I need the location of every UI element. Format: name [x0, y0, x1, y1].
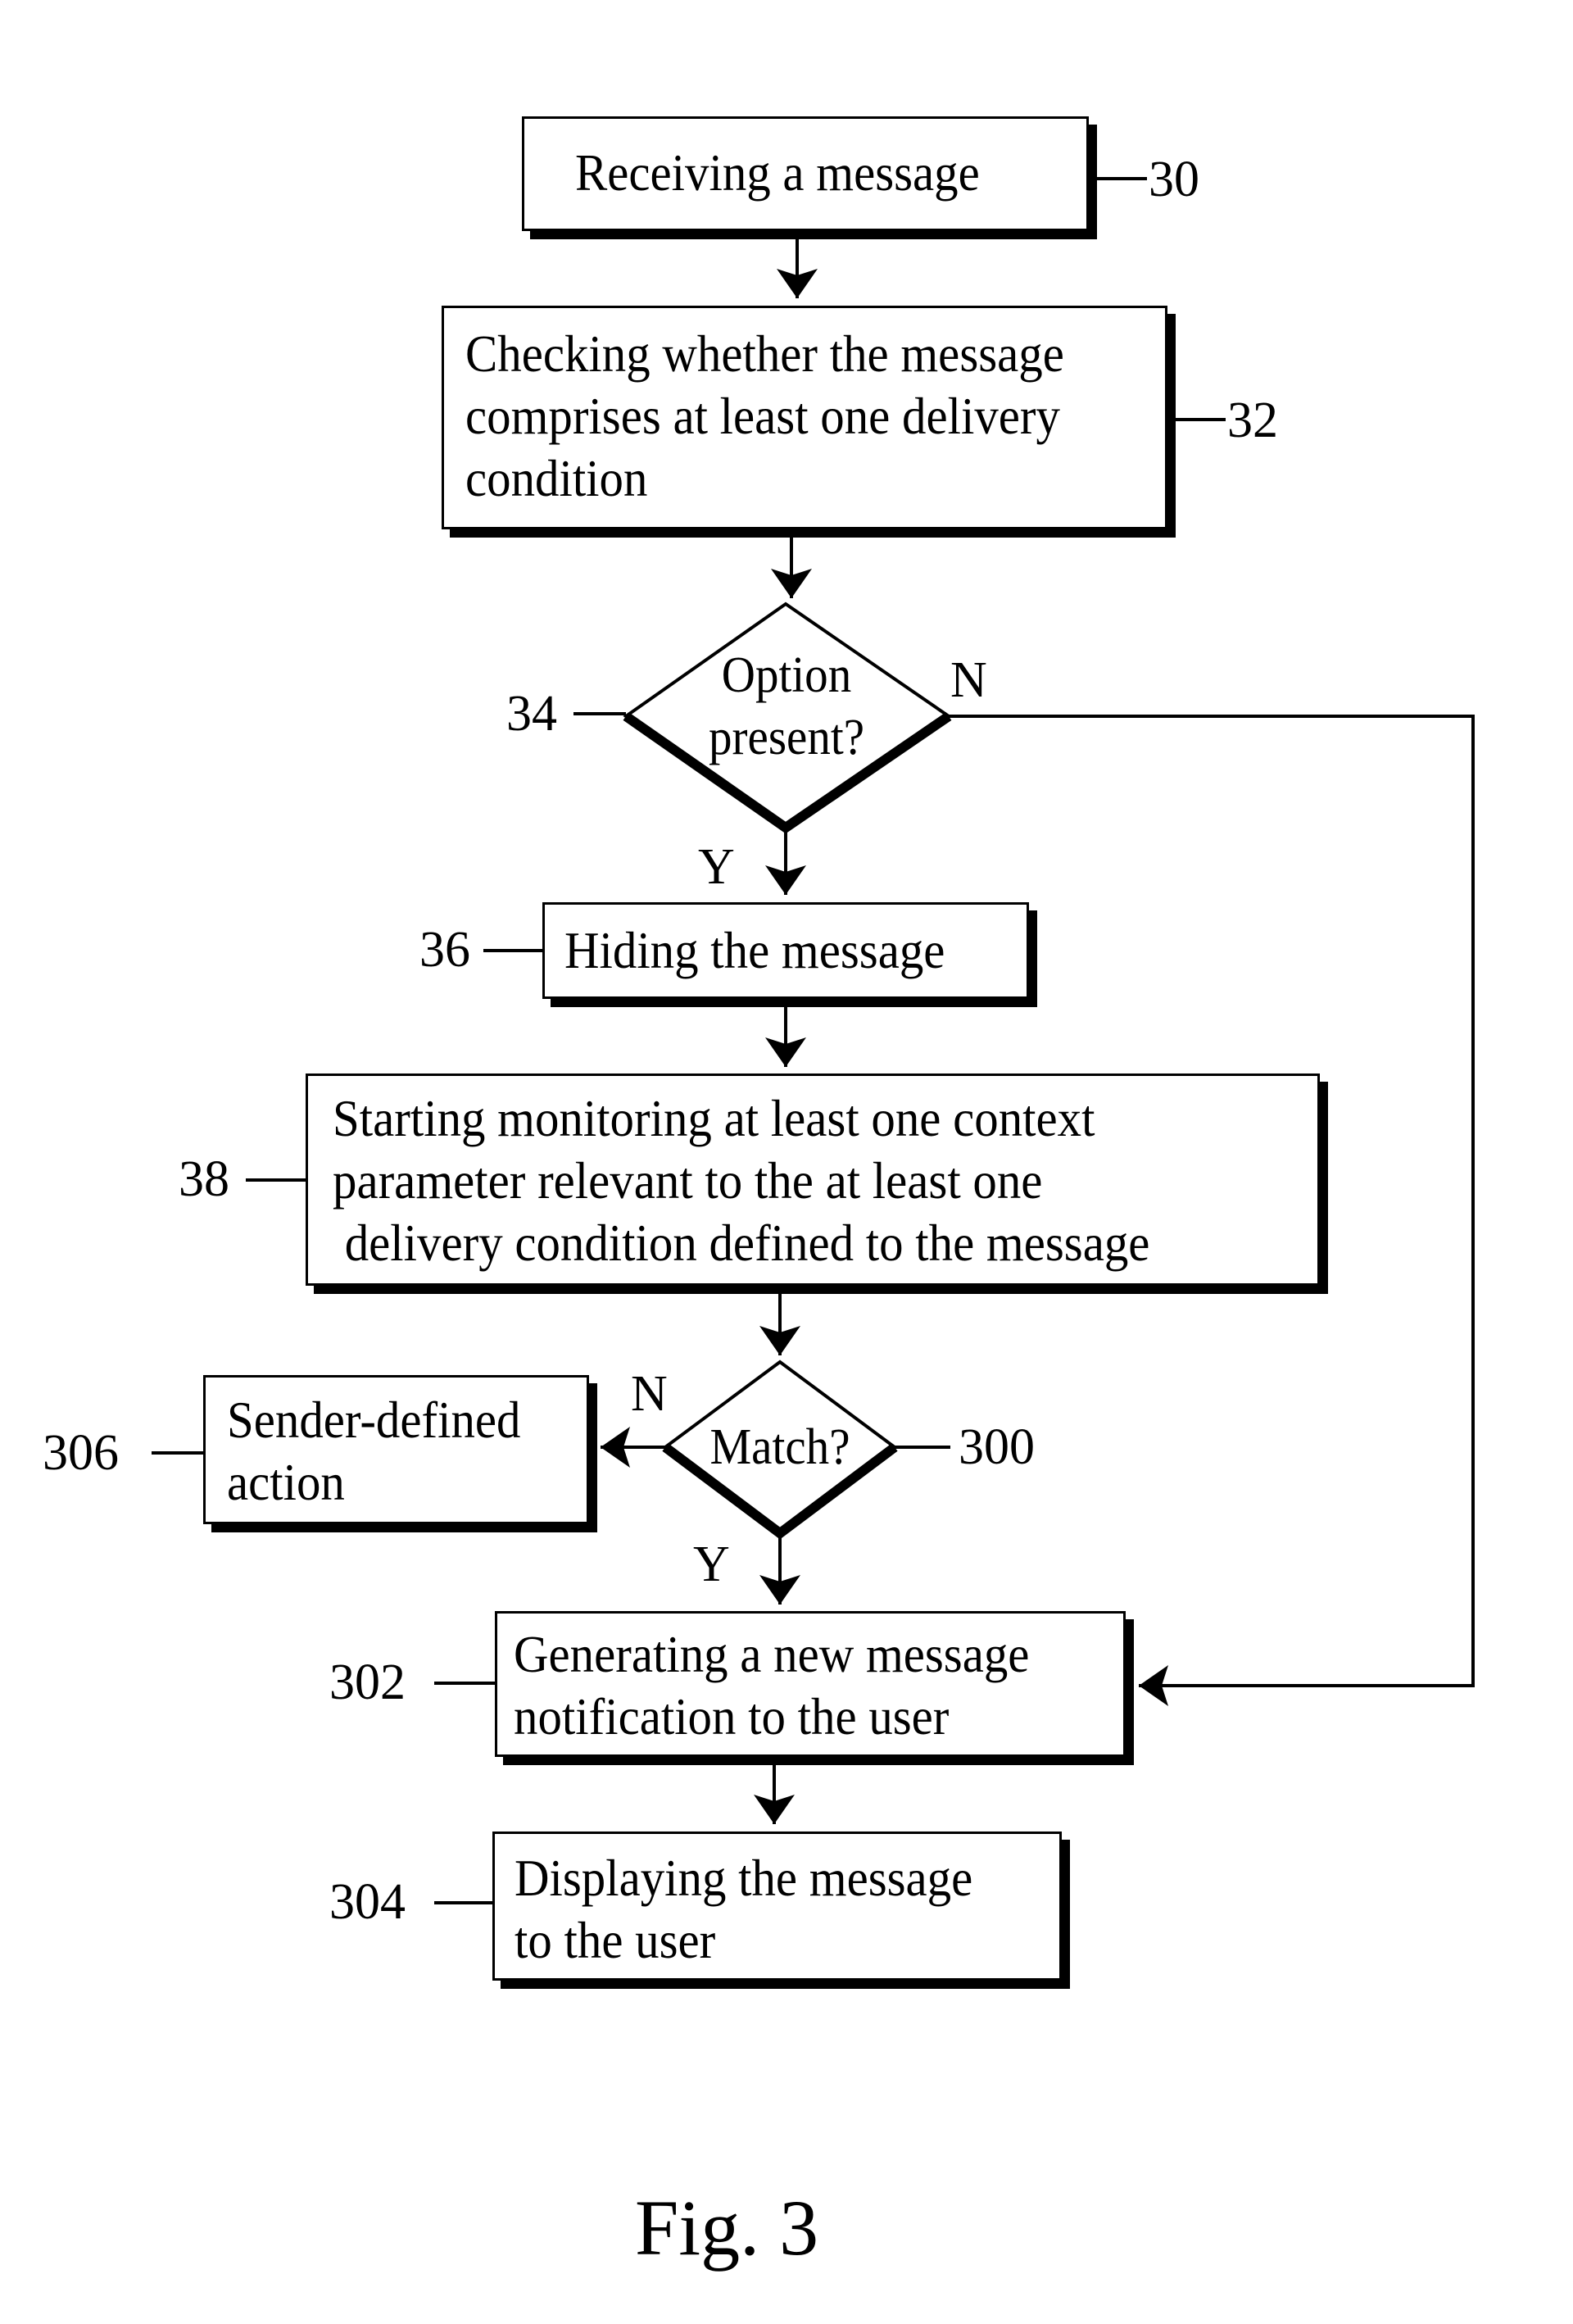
edge-label-300-yes: Y — [693, 1536, 730, 1592]
process-text-32: Checking whether the message comprises a… — [465, 325, 1064, 507]
edge-label-300-no: N — [631, 1366, 668, 1422]
decision-text-34: Option present? — [708, 647, 865, 765]
process-text-36: Hiding the message — [564, 921, 945, 979]
decision-text-300: Match? — [709, 1419, 850, 1475]
ref-number-32: 32 — [1227, 393, 1278, 448]
edge-label-34-no: N — [950, 652, 987, 708]
ref-number-302: 302 — [329, 1654, 406, 1710]
process-box-302: Generating a new message notification to… — [495, 1611, 1126, 1757]
process-text-302: Generating a new message notification to… — [514, 1625, 1030, 1745]
process-text-30: Receiving a message — [575, 143, 980, 202]
ref-number-34: 34 — [506, 686, 557, 742]
process-box-36: Hiding the message — [542, 902, 1029, 999]
ref-number-306: 306 — [43, 1425, 119, 1481]
edge-label-34-yes: Y — [698, 839, 735, 895]
ref-number-30: 30 — [1149, 152, 1199, 207]
process-box-32: Checking whether the message comprises a… — [442, 306, 1167, 529]
figure-caption: Fig. 3 — [635, 2184, 819, 2272]
process-box-304: Displaying the message to the user — [492, 1832, 1062, 1981]
ref-number-38: 38 — [179, 1151, 229, 1207]
process-box-306: Sender-defined action — [203, 1375, 589, 1524]
process-box-30: Receiving a message — [522, 116, 1089, 231]
ref-number-300: 300 — [959, 1419, 1035, 1475]
ref-number-304: 304 — [329, 1874, 406, 1930]
ref-number-36: 36 — [419, 922, 470, 978]
process-text-304: Displaying the message to the user — [515, 1849, 973, 1969]
process-box-38: Starting monitoring at least one context… — [306, 1073, 1320, 1286]
process-text-306: Sender-defined action — [227, 1391, 521, 1511]
process-text-38: Starting monitoring at least one context… — [333, 1089, 1150, 1272]
